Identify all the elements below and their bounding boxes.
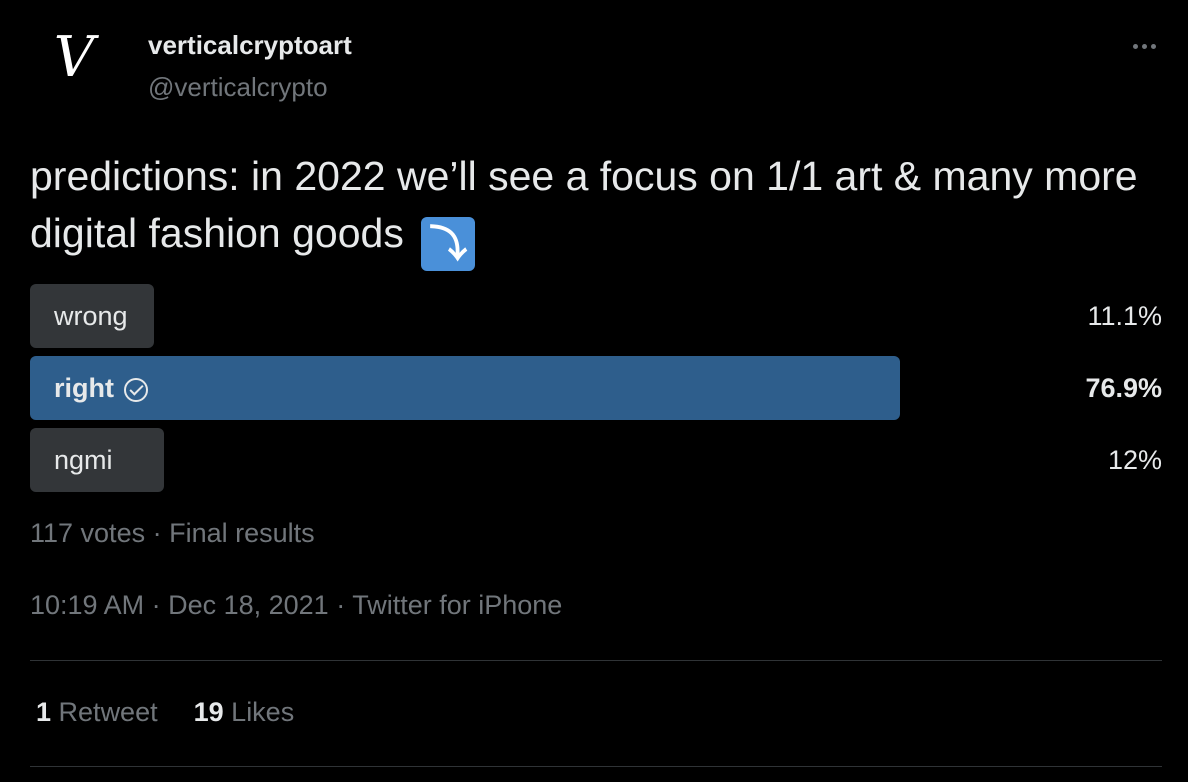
author-handle[interactable]: @verticalcrypto: [148, 72, 328, 103]
likes-stat[interactable]: 19 Likes: [194, 697, 295, 727]
engagement-stats: 1 Retweet 19 Likes: [36, 697, 294, 728]
right-arrow-curving-down-icon: ⤵: [421, 217, 476, 271]
retweets-count: 1: [36, 697, 52, 727]
likes-count: 19: [193, 697, 224, 727]
more-options-icon[interactable]: [1124, 26, 1164, 66]
tweet-text: predictions: in 2022 we’ll see a focus o…: [30, 148, 1170, 271]
poll-option-label: right: [54, 356, 148, 420]
poll-option-text: right: [54, 373, 114, 403]
poll-bar-winner: [30, 356, 900, 420]
check-circle-icon: [124, 378, 148, 402]
poll-option-right: right 76.9%: [30, 356, 1162, 420]
dot: [1141, 43, 1147, 49]
retweets-stat[interactable]: 1 Retweet: [36, 697, 158, 727]
retweets-label: Retweet: [58, 697, 158, 727]
author-display-name[interactable]: verticalcryptoart: [148, 30, 352, 61]
poll-option-percent: 11.1%: [1087, 301, 1162, 331]
avatar[interactable]: V: [30, 18, 118, 106]
dot: [1132, 43, 1138, 49]
divider: [30, 660, 1162, 661]
poll-option-percent: 12%: [1107, 445, 1162, 475]
divider: [30, 766, 1162, 767]
tweet-body: predictions: in 2022 we’ll see a focus o…: [30, 153, 1138, 256]
likes-label: Likes: [231, 697, 295, 727]
poll-option-label: ngmi: [54, 445, 113, 475]
tweet-timestamp[interactable]: 10:19 AM · Dec 18, 2021 · Twitter for iP…: [30, 590, 562, 621]
poll-option-percent: 76.9%: [1085, 373, 1162, 403]
poll-summary: 117 votes · Final results: [30, 518, 315, 548]
dot: [1150, 43, 1156, 49]
avatar-logo: V: [53, 25, 95, 90]
poll-option-label: wrong: [54, 301, 128, 331]
poll-option-ngmi: ngmi 12%: [30, 428, 1162, 492]
poll-option-wrong: wrong 11.1%: [30, 284, 1162, 348]
